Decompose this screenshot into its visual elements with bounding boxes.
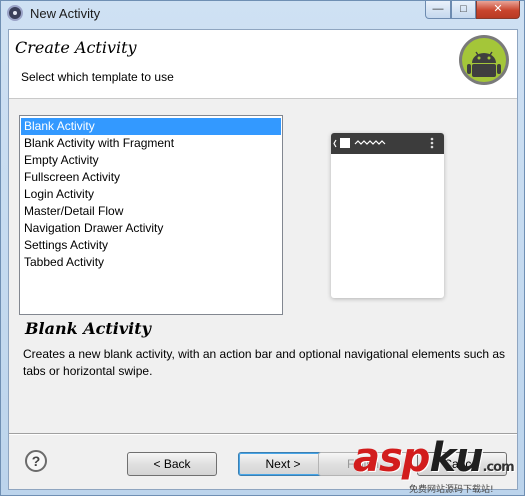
template-description-title: Blank Activity [25, 319, 151, 338]
android-logo-icon [459, 35, 509, 85]
template-item[interactable]: Blank Activity [21, 118, 281, 135]
watermark-logo: aspku.com [353, 435, 515, 481]
template-item[interactable]: Blank Activity with Fragment [21, 135, 281, 152]
preview-action-bar [331, 133, 444, 154]
template-item[interactable]: Navigation Drawer Activity [21, 220, 281, 237]
minimize-button[interactable]: — [425, 1, 451, 19]
eclipse-app-icon [7, 5, 23, 21]
caption-buttons: — □ ✕ [425, 1, 520, 19]
close-button[interactable]: ✕ [476, 1, 520, 19]
template-item[interactable]: Fullscreen Activity [21, 169, 281, 186]
back-button[interactable]: < Back [127, 452, 217, 476]
wizard-header: Create Activity Select which template to… [9, 30, 517, 99]
title-bar[interactable]: New Activity — □ ✕ [1, 1, 524, 27]
template-preview [331, 133, 444, 298]
page-subtitle: Select which template to use [21, 70, 174, 84]
template-item[interactable]: Login Activity [21, 186, 281, 203]
maximize-button[interactable]: □ [451, 1, 476, 19]
watermark-suffix: .com [482, 460, 515, 475]
template-description-text: Creates a new blank activity, with an ac… [23, 347, 506, 378]
watermark-text-b: ku [429, 435, 483, 481]
watermark-text-a: asp [353, 435, 430, 481]
help-icon[interactable]: ? [25, 450, 47, 472]
template-item[interactable]: Empty Activity [21, 152, 281, 169]
preview-action-bar-icons [333, 137, 434, 149]
next-button[interactable]: Next > [238, 452, 328, 476]
template-item[interactable]: Master/Detail Flow [21, 203, 281, 220]
template-item[interactable]: Tabbed Activity [21, 254, 281, 271]
template-item[interactable]: Settings Activity [21, 237, 281, 254]
window-title: New Activity [30, 6, 101, 21]
new-activity-dialog: New Activity — □ ✕ Create Activity Selec… [0, 0, 525, 496]
dialog-content: Create Activity Select which template to… [8, 29, 518, 490]
template-list[interactable]: Blank Activity Blank Activity with Fragme… [19, 115, 283, 315]
watermark-subtitle: 免费网站源码下载站! [409, 485, 494, 495]
page-title: Create Activity [15, 38, 137, 57]
